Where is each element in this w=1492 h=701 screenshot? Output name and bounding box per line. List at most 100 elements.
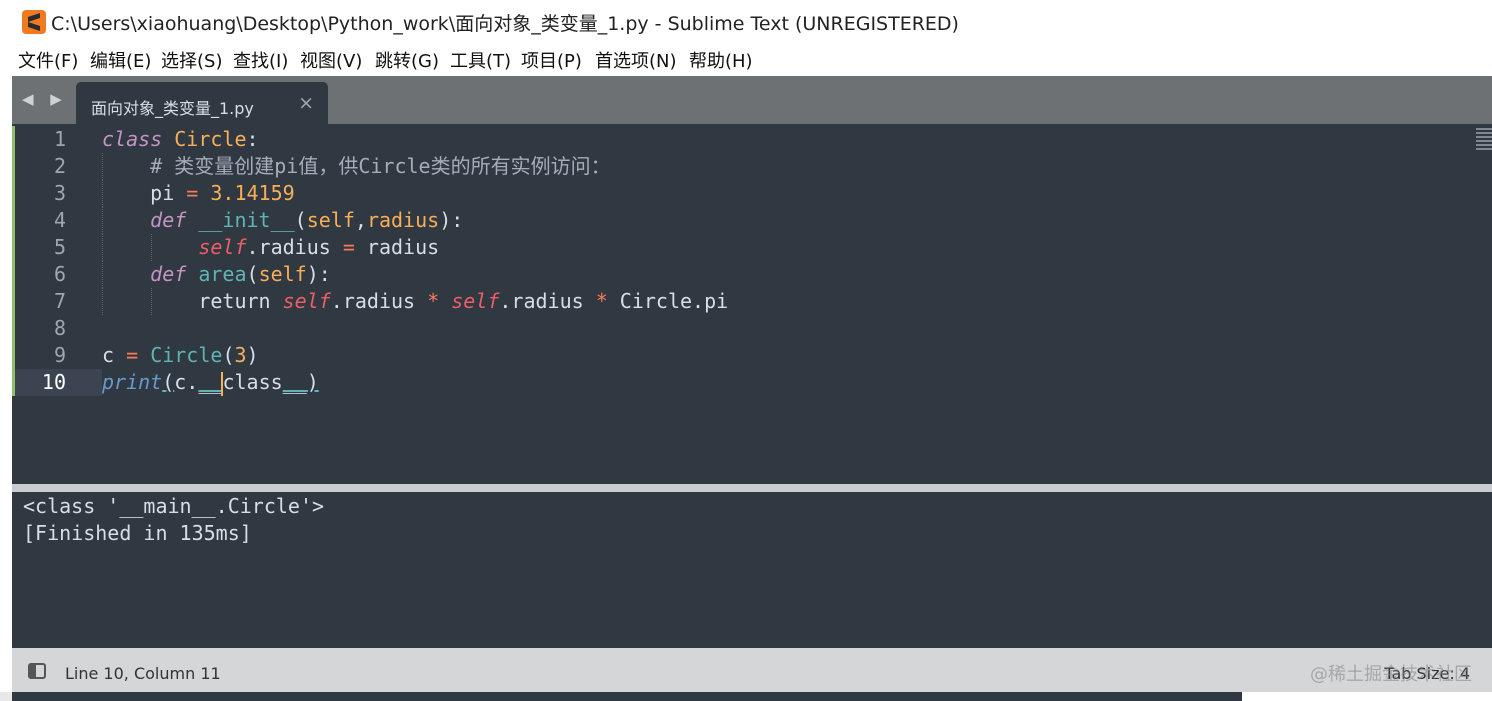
- tab-label: 面向对象_类变量_1.py: [91, 99, 254, 118]
- code-token: pi: [102, 181, 187, 205]
- line-number: 2: [53, 154, 66, 178]
- window-bottom-edge: [12, 692, 1242, 701]
- code-token: Circle: [150, 343, 223, 367]
- menu-preferences[interactable]: 首选项(N): [595, 47, 677, 73]
- status-bar: Line 10, Column 11 Tab Size: 4 @稀土掘金技术社区: [12, 648, 1492, 692]
- code-token: (: [294, 208, 307, 232]
- code-text: def area(self):: [102, 261, 331, 288]
- code-token: self: [198, 235, 247, 259]
- window-title: C:\Users\xiaohuang\Desktop\Python_work\面…: [51, 13, 959, 35]
- panel-divider[interactable]: [12, 484, 1492, 492]
- code-token: .radius: [330, 289, 428, 313]
- menu-find[interactable]: 查找(I): [233, 47, 288, 73]
- code-text: # 类变量创建pi值，供Circle类的所有实例访问：: [102, 153, 611, 180]
- code-token: ): [306, 370, 319, 394]
- code-token: class: [222, 370, 283, 394]
- code-token: (: [246, 262, 259, 286]
- cursor-position: Line 10, Column 11: [65, 664, 221, 683]
- code-token: (: [162, 370, 175, 394]
- code-token: ,: [354, 208, 367, 232]
- output-line: <class '__main__.Circle'>: [23, 494, 325, 518]
- code-token: self: [258, 262, 307, 286]
- code-line[interactable]: 10 print(c.__class__): [12, 369, 1472, 396]
- code-token: return: [102, 289, 283, 313]
- code-token: .radius: [246, 235, 343, 259]
- line-number: 8: [53, 316, 66, 340]
- title-bar: C:\Users\xiaohuang\Desktop\Python_work\面…: [0, 0, 1492, 44]
- menu-edit[interactable]: 编辑(E): [90, 47, 151, 73]
- code-line[interactable]: 2 # 类变量创建pi值，供Circle类的所有实例访问：: [12, 153, 1472, 180]
- code-text: self.radius = radius: [102, 234, 439, 261]
- code-token: :: [246, 127, 259, 151]
- code-token: =: [342, 235, 355, 259]
- code-token: def: [150, 208, 187, 232]
- code-line[interactable]: 4 def __init__(self,radius):: [12, 207, 1472, 234]
- code-editor[interactable]: 1 class Circle: 2 # 类变量创建pi值，供Circle类的所有实例…: [12, 124, 1492, 484]
- code-line[interactable]: 9 c = Circle(3): [12, 342, 1472, 369]
- code-token: c.: [174, 370, 199, 394]
- menu-select[interactable]: 选择(S): [161, 47, 222, 73]
- line-number: 5: [53, 235, 66, 259]
- tab-nav-arrows-icon[interactable]: ◀ ▶: [22, 90, 68, 108]
- code-text: print(c.__class__): [102, 369, 319, 396]
- code-line[interactable]: 8: [12, 315, 1472, 342]
- code-line[interactable]: 1 class Circle:: [12, 126, 1472, 153]
- code-token: c: [102, 343, 127, 367]
- line-number: 7: [53, 289, 66, 313]
- code-text: c = Circle(3): [102, 342, 259, 369]
- code-token: ):: [439, 208, 464, 232]
- watermark: @稀土掘金技术社区: [1310, 664, 1472, 685]
- menu-view[interactable]: 视图(V): [300, 47, 362, 73]
- line-number: 4: [53, 208, 66, 232]
- toggle-panel-icon[interactable]: [28, 663, 46, 679]
- code-line[interactable]: 7 return self.radius * self.radius * Cir…: [12, 288, 1472, 315]
- code-token: Circle: [174, 127, 247, 151]
- code-token: self: [451, 289, 500, 313]
- code-token: __: [198, 370, 223, 394]
- code-token: self: [282, 289, 331, 313]
- code-token: 3: [234, 343, 247, 367]
- code-text: class Circle:: [102, 126, 259, 153]
- code-token: *: [595, 289, 608, 313]
- code-line[interactable]: 6 def area(self):: [12, 261, 1472, 288]
- code-token: def: [150, 262, 187, 286]
- code-token: radius: [366, 208, 440, 232]
- code-token: =: [126, 343, 139, 367]
- desktop-edge: [1242, 692, 1492, 701]
- output-line: [Finished in 135ms]: [23, 521, 252, 545]
- close-icon[interactable]: ×: [298, 92, 314, 114]
- code-token: # 类变量创建pi值，供Circle类的所有实例访问：: [150, 154, 611, 178]
- code-token: print: [102, 370, 163, 394]
- menu-tools[interactable]: 工具(T): [450, 47, 511, 73]
- code-line[interactable]: 5 self.radius = radius: [12, 234, 1472, 261]
- menu-help[interactable]: 帮助(H): [689, 47, 753, 73]
- menu-file[interactable]: 文件(F): [18, 47, 78, 73]
- minimap[interactable]: [1476, 126, 1492, 158]
- code-token: __: [282, 370, 307, 394]
- code-token: radius: [354, 235, 440, 259]
- code-line[interactable]: 3 pi = 3.14159: [12, 180, 1472, 207]
- code-token: .radius: [499, 289, 596, 313]
- menu-project[interactable]: 项目(P): [521, 47, 582, 73]
- menu-goto[interactable]: 跳转(G): [375, 47, 439, 73]
- code-text: pi = 3.14159: [102, 180, 295, 207]
- line-number: 9: [53, 343, 66, 367]
- code-text: return self.radius * self.radius * Circl…: [102, 288, 728, 315]
- code-token: ): [246, 343, 259, 367]
- line-number: 1: [53, 127, 66, 151]
- line-number: 6: [53, 262, 66, 286]
- code-token: class: [102, 127, 163, 151]
- code-token: (: [222, 343, 235, 367]
- tab-active-file[interactable]: 面向对象_类变量_1.py ×: [76, 82, 328, 124]
- sublime-text-icon: [22, 10, 46, 34]
- code-token: ):: [306, 262, 331, 286]
- code-token: *: [427, 289, 440, 313]
